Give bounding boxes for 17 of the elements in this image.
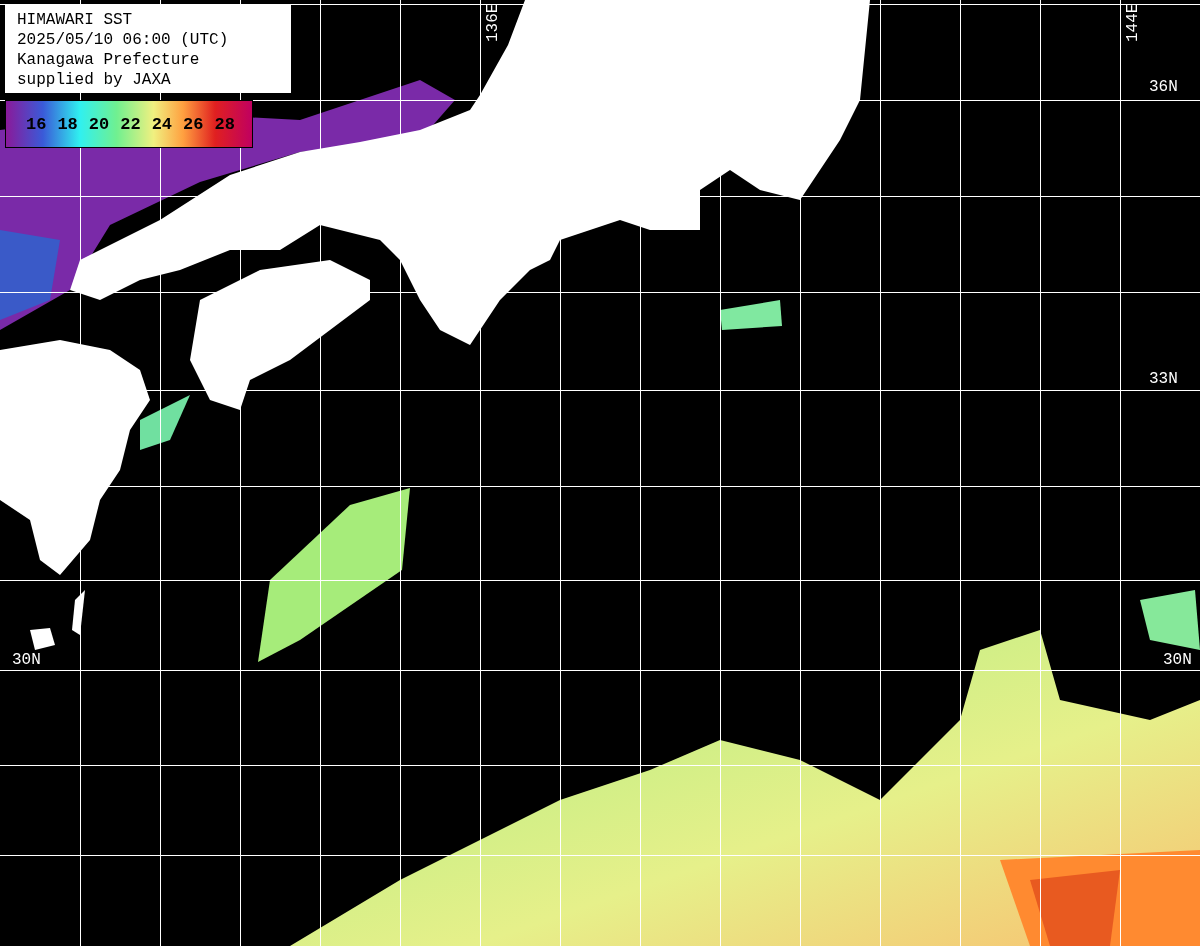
title-line: supplied by JAXA (17, 70, 172, 90)
longitude-label: 136E (484, 3, 502, 42)
scale-label: 24 (151, 114, 173, 134)
longitude-label: 144E (1124, 3, 1142, 42)
latitude-label: 30N (12, 651, 41, 669)
scale-label: 20 (88, 114, 110, 134)
title-line: Kanagawa Prefecture (17, 50, 201, 70)
latitude-label: 36N (1149, 78, 1178, 96)
title-line: HIMAWARI SST (17, 10, 134, 30)
scale-label: 22 (120, 114, 141, 134)
scale-label: 16 (26, 114, 47, 134)
latitude-label: 30N (1163, 651, 1192, 669)
title-line: 2025/05/10 06:00 (UTC) (17, 30, 230, 50)
scale-label: 28 (214, 114, 235, 134)
scale-label: 18 (57, 114, 78, 134)
scale-label: 26 (183, 114, 204, 134)
latitude-label: 33N (1149, 370, 1178, 388)
